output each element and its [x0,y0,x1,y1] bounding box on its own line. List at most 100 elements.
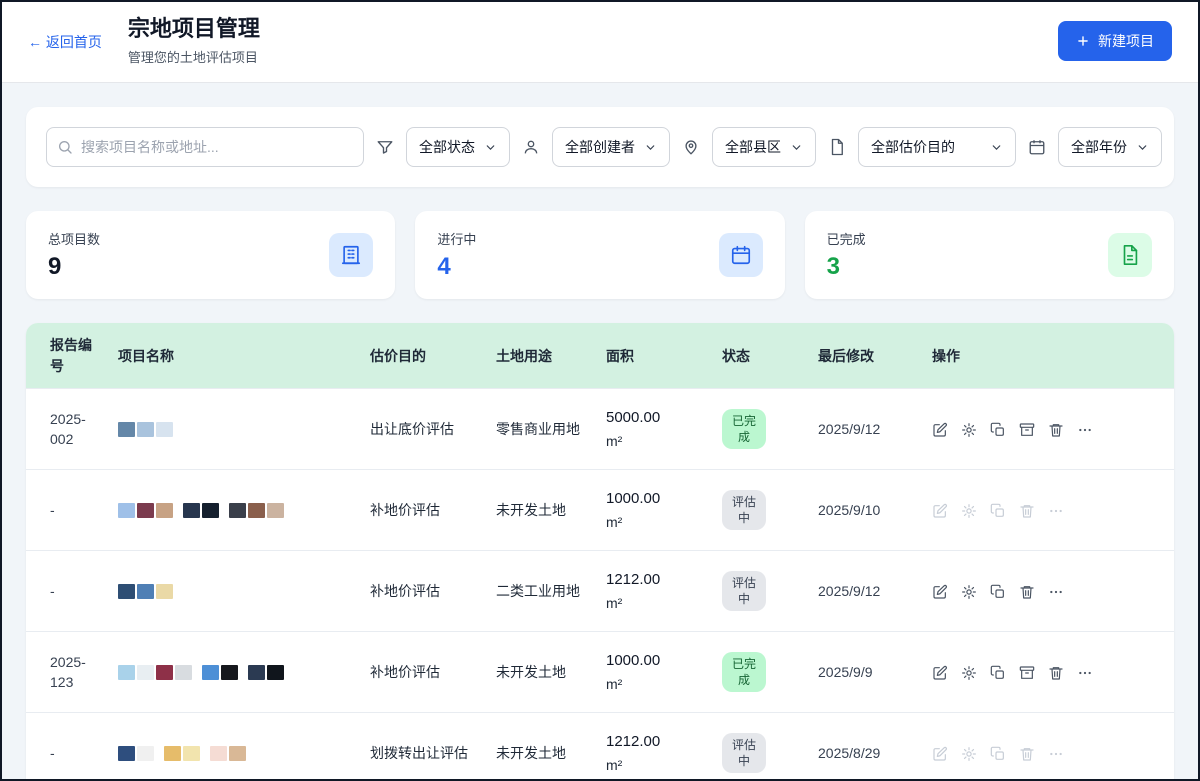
area-cell: 1212.00m² [606,713,722,781]
purpose-cell: 出让底价评估 [370,388,496,469]
name-color-block [118,503,135,518]
back-home-link[interactable]: ← 返回首页 [28,32,102,52]
copy-icon [990,746,1006,762]
archive-button[interactable] [1019,665,1035,681]
name-color-block [248,665,265,680]
table-row: -补地价评估二类工业用地1212.00m²评估中2025/9/12 [26,551,1174,632]
block-gap [194,665,202,680]
name-color-block [118,746,135,761]
trash-icon [1019,503,1035,519]
calendar-icon [1028,138,1046,156]
settings-button[interactable] [961,665,977,681]
name-color-block [248,503,265,518]
copy-icon [990,422,1006,438]
more-icon [1048,503,1064,519]
settings-button[interactable] [961,746,977,762]
actions-cell [932,632,1174,713]
more-button[interactable] [1077,665,1093,681]
more-icon [1077,665,1093,681]
stat-label: 进行中 [437,229,476,248]
calendar-icon [719,233,763,277]
project-name-cell [118,551,370,632]
settings-button[interactable] [961,422,977,438]
trash-button[interactable] [1019,503,1035,519]
stat-card-in-progress: 进行中 4 [415,211,784,299]
settings-icon [961,422,977,438]
copy-icon [990,665,1006,681]
trash-button[interactable] [1019,746,1035,762]
col-modified: 最后修改 [818,323,932,388]
copy-button[interactable] [990,422,1006,438]
creator-select[interactable]: 全部创建者 [552,127,670,167]
edit-button[interactable] [932,665,948,681]
creator-select-value: 全部创建者 [565,137,635,157]
stats-row: 总项目数 9 进行中 4 已完成 3 [26,211,1174,299]
county-select-value: 全部县区 [725,137,781,157]
status-badge: 评估中 [722,571,766,611]
status-badge: 已完成 [722,652,766,692]
edit-button[interactable] [932,503,948,519]
col-project-name: 项目名称 [118,323,370,388]
trash-button[interactable] [1048,665,1064,681]
more-button[interactable] [1048,584,1064,600]
settings-button[interactable] [961,503,977,519]
trash-icon [1048,422,1064,438]
copy-button[interactable] [990,584,1006,600]
settings-icon [961,584,977,600]
report-no-cell: - [26,713,118,781]
land-use-cell: 二类工业用地 [496,551,606,632]
purpose-cell: 补地价评估 [370,551,496,632]
edit-button[interactable] [932,746,948,762]
copy-button[interactable] [990,746,1006,762]
table-header-row: 报告编号 项目名称 估价目的 土地用途 面积 状态 最后修改 操作 [26,323,1174,388]
name-color-block [210,746,227,761]
chevron-down-icon [644,141,657,154]
report-no-cell: - [26,551,118,632]
more-button[interactable] [1048,503,1064,519]
trash-button[interactable] [1019,584,1035,600]
name-color-block [118,584,135,599]
search-icon [57,139,73,155]
col-report-no: 报告编号 [26,323,118,388]
status-cell: 已完成 [722,388,818,469]
name-color-block [267,503,284,518]
settings-button[interactable] [961,584,977,600]
stat-value: 9 [48,253,100,281]
purpose-select[interactable]: 全部估价目的 [858,127,1016,167]
year-select[interactable]: 全部年份 [1058,127,1162,167]
archive-icon [1019,422,1035,438]
county-select[interactable]: 全部县区 [712,127,816,167]
chevron-down-icon [790,141,803,154]
search-input[interactable] [46,127,364,167]
name-color-block [229,503,246,518]
trash-button[interactable] [1048,422,1064,438]
copy-button[interactable] [990,503,1006,519]
new-project-button[interactable]: 新建项目 [1058,21,1172,61]
more-button[interactable] [1077,422,1093,438]
col-area: 面积 [606,323,722,388]
status-select-value: 全部状态 [419,137,475,157]
copy-button[interactable] [990,665,1006,681]
new-project-label: 新建项目 [1098,31,1154,51]
edit-button[interactable] [932,422,948,438]
land-use-cell: 未开发土地 [496,470,606,551]
name-color-block [118,422,135,437]
purpose-cell: 划拨转出让评估 [370,713,496,781]
edit-icon [932,503,948,519]
actions-cell [932,713,1174,781]
area-cell: 5000.00m² [606,388,722,469]
search-box [46,127,364,167]
name-color-block [137,422,154,437]
project-name-cell [118,632,370,713]
report-no-cell: 2025-002 [26,388,118,469]
file-icon [1108,233,1152,277]
land-use-cell: 未开发土地 [496,713,606,781]
block-gap [156,746,164,761]
status-select[interactable]: 全部状态 [406,127,510,167]
name-color-block [118,665,135,680]
edit-button[interactable] [932,584,948,600]
chevron-down-icon [1136,141,1149,154]
more-button[interactable] [1048,746,1064,762]
archive-button[interactable] [1019,422,1035,438]
name-color-block [156,665,173,680]
